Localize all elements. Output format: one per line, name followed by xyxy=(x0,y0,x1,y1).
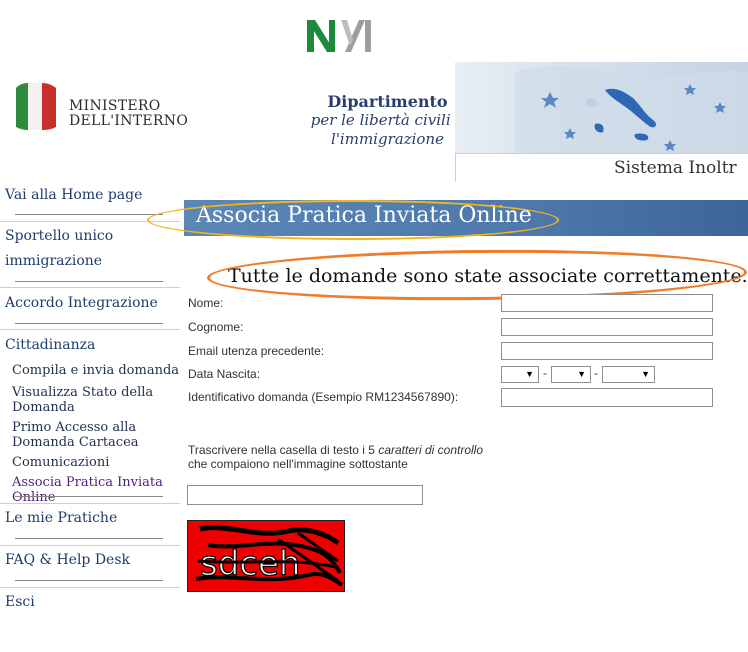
chevron-down-icon: ▼ xyxy=(641,369,650,379)
date-separator: - xyxy=(543,366,547,380)
sidebar-item-accordo[interactable]: Accordo Integrazione xyxy=(5,291,158,316)
data-nascita-label: Data Nascita: xyxy=(188,367,261,381)
captcha-image: sdceh xyxy=(187,520,345,592)
captcha-instr-emphasis: caratteri di controllo xyxy=(378,443,484,457)
birth-day-select[interactable]: ▼ xyxy=(501,366,539,383)
sidebar-item-faq[interactable]: FAQ & Help Desk xyxy=(5,548,130,573)
sidebar-separator xyxy=(0,503,180,504)
captcha-instr-text: Trascrivere nella casella di testo i 5 xyxy=(188,443,379,457)
chevron-down-icon: ▼ xyxy=(577,369,586,379)
date-separator: - xyxy=(594,366,598,380)
italian-flag-logo-icon xyxy=(14,80,58,132)
sidebar-subitem-associa[interactable]: Associa Pratica Inviata Online xyxy=(12,475,182,505)
sidebar-separator xyxy=(15,323,163,324)
top-logo-icon xyxy=(305,18,377,54)
sidebar-subitem-primo-accesso[interactable]: Primo Accesso alla Domanda Cartacea xyxy=(12,420,182,450)
department-title: Dipartimento xyxy=(327,92,448,111)
email-input[interactable] xyxy=(501,342,713,360)
sidebar-item-sportello[interactable]: Sportello unico xyxy=(5,224,113,249)
ministry-line-1: MINISTERO xyxy=(69,98,161,114)
birth-year-select[interactable]: ▼ xyxy=(602,366,655,383)
sidebar-item-pratiche[interactable]: Le mie Pratiche xyxy=(5,506,117,531)
identificativo-label: Identificativo domanda (Esempio RM123456… xyxy=(188,390,459,404)
sidebar-separator xyxy=(15,281,163,282)
email-label: Email utenza precedente: xyxy=(188,344,325,358)
sidebar-separator xyxy=(0,329,180,330)
sidebar-subitem-visualizza[interactable]: Visualizza Stato della Domanda xyxy=(12,385,182,415)
nome-input[interactable] xyxy=(501,294,713,312)
sidebar-item-cittadinanza[interactable]: Cittadinanza xyxy=(5,333,95,358)
nome-label: Nome: xyxy=(188,296,224,310)
captcha-instr-text-2: che compaiono nell'immagine sottostante xyxy=(188,457,408,471)
chevron-down-icon: ▼ xyxy=(525,369,534,379)
sidebar-item-home[interactable]: Vai alla Home page xyxy=(5,183,142,208)
sidebar-subitem-compila[interactable]: Compila e invia domanda xyxy=(12,363,182,378)
sidebar-separator xyxy=(15,538,163,539)
cognome-label: Cognome: xyxy=(188,320,244,334)
sidebar-separator xyxy=(0,587,180,588)
birth-month-select[interactable]: ▼ xyxy=(551,366,591,383)
sidebar-item-sportello-line2[interactable]: immigrazione xyxy=(5,249,102,274)
system-label: Sistema Inoltr xyxy=(614,158,737,178)
sidebar-separator xyxy=(15,214,163,215)
sidebar-separator xyxy=(15,496,163,497)
department-subtitle-1: per le libertà civili e xyxy=(310,111,465,129)
department-subtitle-2: l'immigrazione xyxy=(331,130,444,148)
sidebar-separator xyxy=(0,545,180,546)
captcha-instructions: Trascrivere nella casella di testo i 5 c… xyxy=(188,443,518,471)
captcha-input[interactable] xyxy=(187,485,423,505)
sidebar-subitem-comunicazioni[interactable]: Comunicazioni xyxy=(12,455,182,470)
europe-map-banner xyxy=(455,62,748,158)
captcha-text: sdceh xyxy=(200,544,300,584)
sidebar-separator xyxy=(0,287,180,288)
department-name: Dipartimento per le libertà civili e l'i… xyxy=(300,92,475,149)
ministry-line-2: DELL'INTERNO xyxy=(69,113,189,129)
sidebar-separator xyxy=(15,580,163,581)
ministry-name: MINISTERO DELL'INTERNO xyxy=(69,99,188,129)
sidebar-item-esci[interactable]: Esci xyxy=(5,590,35,615)
identificativo-input[interactable] xyxy=(501,388,713,407)
title-highlight-ellipse xyxy=(147,200,559,240)
cognome-input[interactable] xyxy=(501,318,713,336)
